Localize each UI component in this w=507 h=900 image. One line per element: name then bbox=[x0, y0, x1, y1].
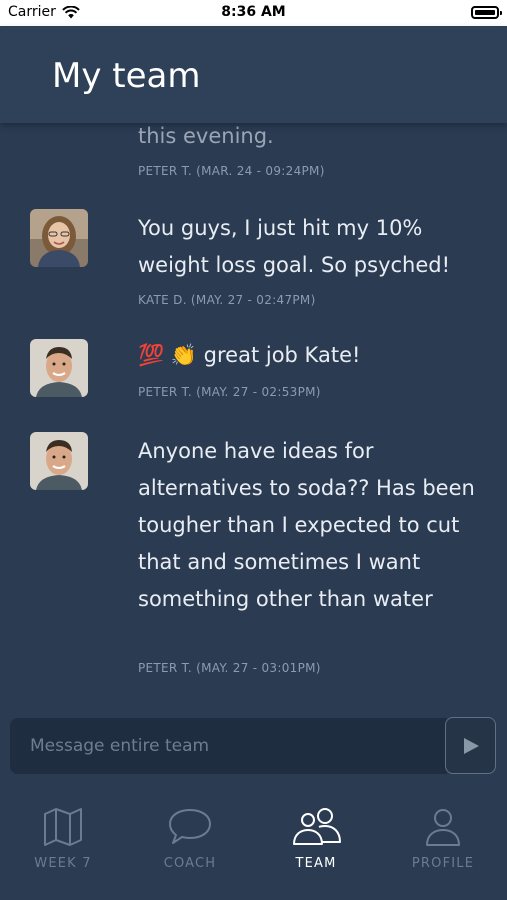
tab-label: COACH bbox=[163, 856, 217, 871]
map-icon bbox=[44, 808, 82, 846]
avatar-image bbox=[30, 432, 88, 490]
speech-bubble-icon bbox=[169, 809, 211, 844]
header: My team bbox=[0, 26, 507, 123]
status-bar: Carrier 8:36 AM bbox=[0, 0, 507, 26]
composer: Message entire team bbox=[0, 708, 507, 788]
message-body: great job Kate! bbox=[203, 343, 361, 367]
tab-profile[interactable]: PROFILE bbox=[393, 806, 493, 871]
avatar-image bbox=[30, 339, 88, 397]
avatar-image bbox=[30, 209, 88, 267]
tab-label: TEAM bbox=[295, 856, 337, 871]
tab-label: PROFILE bbox=[411, 856, 475, 871]
clock: 8:36 AM bbox=[221, 4, 286, 20]
battery-icon bbox=[471, 6, 502, 19]
play-triangle-icon bbox=[463, 737, 479, 754]
message-meta: KATE D. (MAY. 27 - 02:47PM) bbox=[138, 293, 316, 307]
message-text: this evening. bbox=[138, 124, 274, 148]
tab-bar: WEEK 7 COACH TEAM PROFILE bbox=[0, 788, 507, 900]
team-icon bbox=[293, 808, 341, 845]
message-text: You guys, I just hit my 10% weight loss … bbox=[138, 216, 451, 277]
message-meta: PETER T. (MAY. 27 - 03:01PM) bbox=[138, 661, 321, 675]
message-meta: PETER T. (MAR. 24 - 09:24PM) bbox=[138, 164, 325, 178]
emoji-reaction: 💯 👏 bbox=[138, 343, 197, 367]
peter-avatar[interactable] bbox=[30, 339, 88, 397]
tab-team[interactable]: TEAM bbox=[266, 806, 366, 871]
message-input[interactable]: Message entire team bbox=[10, 718, 447, 774]
tab-coach[interactable]: COACH bbox=[140, 806, 240, 871]
send-button[interactable] bbox=[445, 717, 496, 774]
person-icon bbox=[426, 809, 460, 846]
kate-avatar[interactable] bbox=[30, 209, 88, 267]
page-title: My team bbox=[52, 56, 201, 96]
tab-week[interactable]: WEEK 7 bbox=[13, 806, 113, 871]
message-text: Anyone have ideas for alternatives to so… bbox=[138, 439, 475, 611]
message-text: 💯 👏 great job Kate! bbox=[138, 337, 478, 374]
tab-label: WEEK 7 bbox=[34, 856, 92, 871]
peter-avatar[interactable] bbox=[30, 432, 88, 490]
message-meta: PETER T. (MAY. 27 - 02:53PM) bbox=[138, 385, 321, 399]
message-feed[interactable]: this evening. PETER T. (MAR. 24 - 09:24P… bbox=[0, 123, 507, 708]
